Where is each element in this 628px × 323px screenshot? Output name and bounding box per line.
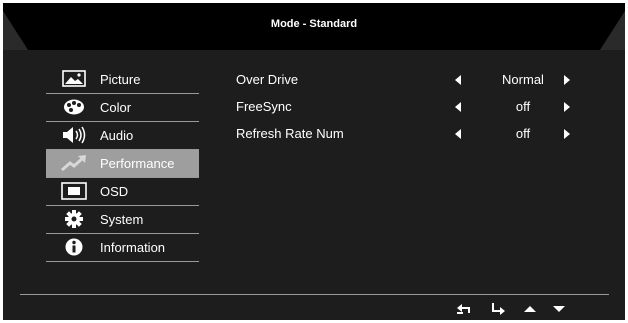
setting-value: Normal xyxy=(502,72,544,87)
gear-icon xyxy=(65,210,83,228)
footer-divider xyxy=(20,294,609,295)
left-arrow-icon[interactable] xyxy=(455,75,461,85)
menu-item-label: Information xyxy=(100,240,166,255)
setting-value: off xyxy=(515,99,531,114)
performance-icon xyxy=(61,155,86,172)
right-arrow-icon[interactable] xyxy=(564,129,570,139)
menu-item-picture[interactable]: Picture xyxy=(46,66,199,94)
menu-item-label: Performance xyxy=(100,156,175,171)
menu-item-performance[interactable]: Performance xyxy=(46,150,199,178)
settings-panel: Over Drive Normal FreeSync off Refresh R… xyxy=(236,66,596,147)
menu-item-system[interactable]: System xyxy=(46,206,199,234)
setting-row-refresh-rate-num[interactable]: Refresh Rate Num off xyxy=(236,120,596,147)
left-arrow-icon[interactable] xyxy=(455,129,461,139)
left-arrow-icon[interactable] xyxy=(455,102,461,112)
menu-item-label: System xyxy=(100,212,144,227)
picture-icon xyxy=(62,70,86,87)
back-icon[interactable] xyxy=(455,301,473,317)
setting-label: Over Drive xyxy=(236,72,299,87)
menu-item-label: Picture xyxy=(100,72,141,87)
up-arrow-icon[interactable] xyxy=(521,301,539,317)
menu-item-label: Color xyxy=(100,100,132,115)
setting-label: Refresh Rate Num xyxy=(236,126,344,141)
info-icon xyxy=(65,238,83,256)
right-arrow-icon[interactable] xyxy=(564,102,570,112)
down-arrow-icon[interactable] xyxy=(550,301,568,317)
enter-icon[interactable] xyxy=(489,301,507,317)
setting-row-over-drive[interactable]: Over Drive Normal xyxy=(236,66,596,93)
osd-menu: Picture Color Audio Performance OSD Syst… xyxy=(46,66,199,262)
speaker-icon xyxy=(63,126,86,144)
menu-item-label: OSD xyxy=(100,184,129,199)
menu-item-color[interactable]: Color xyxy=(46,94,199,122)
setting-label: FreeSync xyxy=(236,99,292,114)
menu-item-osd[interactable]: OSD xyxy=(46,178,199,206)
setting-value: off xyxy=(515,126,531,141)
setting-row-freesync[interactable]: FreeSync off xyxy=(236,93,596,120)
page-title: Mode - Standard xyxy=(270,18,358,30)
osd-icon xyxy=(61,182,87,200)
osd-header: Mode - Standard xyxy=(3,3,625,53)
right-arrow-icon[interactable] xyxy=(564,75,570,85)
menu-item-audio[interactable]: Audio xyxy=(46,122,199,150)
menu-item-label: Audio xyxy=(100,128,134,143)
osd-screen: Mode - Standard Picture Color Audio Perf… xyxy=(3,3,625,320)
palette-icon xyxy=(64,99,84,115)
menu-item-information[interactable]: Information xyxy=(46,234,199,262)
